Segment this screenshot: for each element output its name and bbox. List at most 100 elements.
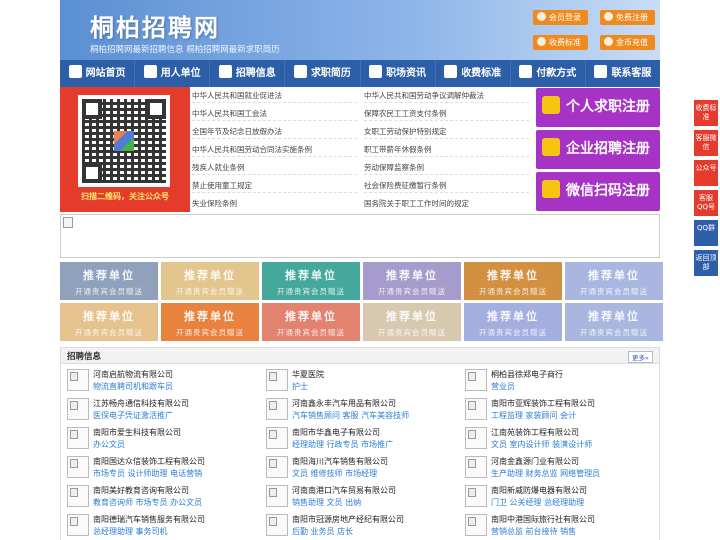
nav-resumes[interactable]: 求职简历: [285, 60, 361, 87]
job-listing[interactable]: 南阳海川汽车销售有限公司 文员 维修技师 市场经理: [262, 453, 457, 481]
job-listing[interactable]: 江苏畅舟通信科技有限公司 医保电子凭证激活推广: [63, 395, 258, 423]
nav-home[interactable]: 网站首页: [60, 60, 136, 87]
job-listing[interactable]: 南阳市爱生科技有限公司 办公文员: [63, 424, 258, 452]
company-name[interactable]: 河南鑫永丰汽车用品有限公司: [292, 398, 396, 409]
law-link[interactable]: 全国年节及纪念日放假办法: [192, 126, 282, 137]
company-name[interactable]: 南阳新威防爆电器有限公司: [491, 485, 587, 496]
company-name[interactable]: 南阳市华鑫电子有限公司: [292, 427, 380, 438]
job-listing[interactable]: 江南苑装饰工程有限公司 文员 室内设计师 装潢设计师: [461, 424, 656, 452]
floating-button[interactable]: 客服QQ号: [694, 190, 718, 216]
recommended-unit-tile[interactable]: 推荐单位 开通贵宾会员赠送: [565, 303, 663, 341]
job-listing[interactable]: 华夏医院 护士: [262, 366, 457, 394]
company-name[interactable]: 南阳国达众信装饰工程有限公司: [93, 456, 205, 467]
job-positions[interactable]: 办公文员: [93, 439, 125, 450]
law-link[interactable]: 国务院关于职工工作时间的规定: [364, 198, 469, 209]
job-listing[interactable]: 南阳新威防爆电器有限公司 门卫 公关经理 总经理助理: [461, 482, 656, 510]
company-name[interactable]: 河南启航物流有限公司: [93, 369, 173, 380]
job-listing[interactable]: 南阳中港国际旅行社有限公司 营销总监 前台接待 销售: [461, 511, 656, 539]
law-link[interactable]: 职工带薪年休假条例: [364, 144, 432, 155]
company-name[interactable]: 南阳美好教育咨询有限公司: [93, 485, 189, 496]
company-name[interactable]: 江南苑装饰工程有限公司: [491, 427, 579, 438]
nav-jobs[interactable]: 招聘信息: [210, 60, 286, 87]
nav-payment[interactable]: 付款方式: [511, 60, 586, 87]
law-link[interactable]: 禁止使用童工规定: [192, 180, 252, 191]
recommended-unit-tile[interactable]: 推荐单位 开通贵宾会员赠送: [464, 303, 562, 341]
company-name[interactable]: 南阳市爱生科技有限公司: [93, 427, 181, 438]
law-link[interactable]: 中华人民共和国就业促进法: [192, 90, 282, 101]
job-listing[interactable]: 南阳德瑞汽车销售服务有限公司 总经理助理 事务司机: [63, 511, 258, 539]
recommended-unit-tile[interactable]: 推荐单位 开通贵宾会员赠送: [60, 262, 158, 300]
company-name[interactable]: 河南南港口汽车贸易有限公司: [292, 485, 396, 496]
law-link[interactable]: 中华人民共和国工会法: [192, 108, 267, 119]
recharge-button[interactable]: 金币充值: [600, 35, 655, 50]
site-logo[interactable]: 桐柏招聘网: [90, 8, 220, 43]
job-listing[interactable]: 河南金鑫源门业有限公司 生产助理 财务总监 网络管理员: [461, 453, 656, 481]
recommended-unit-tile[interactable]: 推荐单位 开通贵宾会员赠送: [565, 262, 663, 300]
job-positions[interactable]: 销售助理 文员 出纳: [292, 497, 361, 508]
company-name[interactable]: 南阳中港国际旅行社有限公司: [491, 514, 595, 525]
job-listing[interactable]: 河南启航物流有限公司 物流直聘司机和跟车员: [63, 366, 258, 394]
company-name[interactable]: 南阳德瑞汽车销售服务有限公司: [93, 514, 205, 525]
job-listing[interactable]: 河南南港口汽车贸易有限公司 销售助理 文员 出纳: [262, 482, 457, 510]
job-listing[interactable]: 南阳美好教育咨询有限公司 教育咨询师 市场专员 办公文员: [63, 482, 258, 510]
job-positions[interactable]: 总经理助理 事务司机: [93, 526, 168, 537]
job-listing[interactable]: 南阳国达众信装饰工程有限公司 市场专员 设计师助理 电话营销: [63, 453, 258, 481]
recommended-unit-tile[interactable]: 推荐单位 开通贵宾会员赠送: [161, 262, 259, 300]
recommended-unit-tile[interactable]: 推荐单位 开通贵宾会员赠送: [262, 303, 360, 341]
login-button[interactable]: 会员登录: [533, 10, 588, 25]
floating-button[interactable]: QQ群: [694, 220, 718, 246]
register-button[interactable]: 免费注册: [600, 10, 655, 25]
job-positions[interactable]: 物流直聘司机和跟车员: [93, 381, 173, 392]
job-listing[interactable]: 桐柏县徐郑电子商行 营业员: [461, 366, 656, 394]
floating-button[interactable]: 公众号: [694, 160, 718, 186]
recommended-unit-tile[interactable]: 推荐单位 开通贵宾会员赠送: [262, 262, 360, 300]
law-link[interactable]: 中华人民共和国劳动合同法实施条例: [192, 144, 312, 155]
job-positions[interactable]: 后勤 业务员 店长: [292, 526, 353, 537]
job-positions[interactable]: 文员 维修技师 市场经理: [292, 468, 377, 479]
recommended-unit-tile[interactable]: 推荐单位 开通贵宾会员赠送: [464, 262, 562, 300]
law-link[interactable]: 保障农民工工资支付条例: [364, 108, 447, 119]
job-positions[interactable]: 工程监理 家装顾问 会计: [491, 410, 576, 421]
recommended-unit-tile[interactable]: 推荐单位 开通贵宾会员赠送: [363, 262, 461, 300]
company-name[interactable]: 桐柏县徐郑电子商行: [491, 369, 563, 380]
job-positions[interactable]: 经理助理 行政专员 市场推广: [292, 439, 393, 450]
recommended-unit-tile[interactable]: 推荐单位 开通贵宾会员赠送: [161, 303, 259, 341]
law-link[interactable]: 中华人民共和国劳动争议调解仲裁法: [364, 90, 484, 101]
nav-news[interactable]: 职场资讯: [361, 60, 436, 87]
recommended-unit-tile[interactable]: 推荐单位 开通贵宾会员赠送: [60, 303, 158, 341]
employer-register-button[interactable]: 企业招聘注册: [536, 130, 660, 169]
nav-service[interactable]: 联系客服: [586, 60, 660, 87]
law-link[interactable]: 残疾人就业条例: [192, 162, 245, 173]
wechat-register-button[interactable]: 微信扫码注册: [536, 172, 660, 211]
job-positions[interactable]: 营销总监 前台接待 销售: [491, 526, 576, 537]
nav-pricing[interactable]: 收费标准: [436, 60, 511, 87]
job-positions[interactable]: 营业员: [491, 381, 515, 392]
pricing-button[interactable]: 收费标准: [533, 35, 588, 50]
company-name[interactable]: 江苏畅舟通信科技有限公司: [93, 398, 189, 409]
company-name[interactable]: 南阳海川汽车销售有限公司: [292, 456, 388, 467]
company-name[interactable]: 南阳市亚辉装饰工程有限公司: [491, 398, 595, 409]
law-link[interactable]: 社会保险费征缴暂行条例: [364, 180, 447, 191]
more-link[interactable]: 更多»: [628, 351, 653, 363]
job-positions[interactable]: 医保电子凭证激活推广: [93, 410, 173, 421]
job-positions[interactable]: 汽车销售顾问 客服 汽车美容技师: [292, 410, 409, 421]
company-name[interactable]: 南阳市冠源房地产经纪有限公司: [292, 514, 404, 525]
job-positions[interactable]: 生产助理 财务总监 网络管理员: [491, 468, 600, 479]
jobseeker-register-button[interactable]: 个人求职注册: [536, 88, 660, 127]
job-positions[interactable]: 教育咨询师 市场专员 办公文员: [93, 497, 202, 508]
floating-button[interactable]: 收费标准: [694, 100, 718, 126]
job-listing[interactable]: 南阳市冠源房地产经纪有限公司 后勤 业务员 店长: [262, 511, 457, 539]
job-positions[interactable]: 文员 室内设计师 装潢设计师: [491, 439, 592, 450]
job-listing[interactable]: 南阳市华鑫电子有限公司 经理助理 行政专员 市场推广: [262, 424, 457, 452]
law-link[interactable]: 失业保险条例: [192, 198, 237, 209]
job-positions[interactable]: 门卫 公关经理 总经理助理: [491, 497, 584, 508]
floating-button[interactable]: 返回顶部: [694, 250, 718, 276]
company-name[interactable]: 华夏医院: [292, 369, 324, 380]
law-link[interactable]: 劳动保障监察条例: [364, 162, 424, 173]
job-positions[interactable]: 市场专员 设计师助理 电话营销: [93, 468, 202, 479]
job-listing[interactable]: 河南鑫永丰汽车用品有限公司 汽车销售顾问 客服 汽车美容技师: [262, 395, 457, 423]
job-listing[interactable]: 南阳市亚辉装饰工程有限公司 工程监理 家装顾问 会计: [461, 395, 656, 423]
ad-banner[interactable]: [60, 214, 660, 258]
law-link[interactable]: 女职工劳动保护特别规定: [364, 126, 447, 137]
job-positions[interactable]: 护士: [292, 381, 308, 392]
